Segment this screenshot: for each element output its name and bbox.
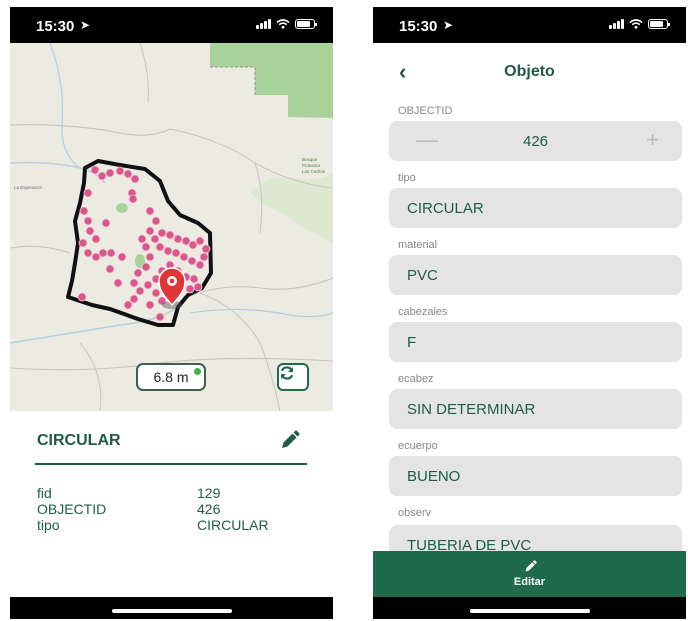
material-field[interactable]: PVC bbox=[389, 255, 682, 295]
phone-right-screen: 15:30 ➤ ‹ Objeto OBJECTID — 426 + tipo C… bbox=[373, 7, 686, 619]
status-time: 15:30 bbox=[36, 18, 75, 35]
object-form: ‹ Objeto OBJECTID — 426 + tipo CIRCULAR … bbox=[373, 43, 686, 597]
attribute-row: fid 129 bbox=[37, 485, 269, 501]
divider bbox=[35, 463, 307, 465]
gps-accuracy-indicator[interactable]: 6.8 m bbox=[136, 363, 206, 391]
refresh-icon bbox=[280, 366, 294, 380]
attribute-row: tipo CIRCULAR bbox=[37, 517, 269, 533]
increment-button[interactable]: + bbox=[646, 129, 659, 151]
field-label-material: material bbox=[398, 239, 438, 251]
battery-icon bbox=[648, 19, 670, 29]
status-time: 15:30 bbox=[399, 18, 438, 35]
form-header: ‹ Objeto bbox=[373, 43, 686, 99]
gps-accuracy-value: 6.8 m bbox=[153, 369, 189, 385]
refresh-button[interactable] bbox=[277, 363, 309, 391]
field-label-tipo: tipo bbox=[398, 172, 416, 184]
location-arrow-icon: ➤ bbox=[443, 18, 454, 32]
status-icons bbox=[256, 19, 317, 29]
attribute-key: OBJECTID bbox=[37, 501, 107, 517]
field-label-ecabez: ecabez bbox=[398, 373, 434, 385]
svg-text:Protector: Protector bbox=[302, 163, 321, 168]
battery-icon bbox=[295, 19, 317, 29]
edit-button-label: Editar bbox=[513, 576, 546, 588]
status-bar: 15:30 ➤ bbox=[373, 7, 686, 43]
field-label-cabezales: cabezales bbox=[398, 306, 448, 318]
signal-icon bbox=[609, 19, 624, 29]
svg-text:La Esperanza: La Esperanza bbox=[14, 185, 42, 190]
edit-button[interactable]: Editar bbox=[373, 551, 686, 597]
status-bar: 15:30 ➤ bbox=[10, 7, 333, 43]
signal-icon bbox=[256, 19, 271, 29]
tipo-field[interactable]: CIRCULAR bbox=[389, 188, 682, 228]
feature-title: CIRCULAR bbox=[37, 432, 121, 449]
home-indicator-area bbox=[373, 597, 686, 619]
attribute-key: fid bbox=[37, 485, 52, 501]
page-title: Objeto bbox=[504, 63, 555, 80]
status-icons bbox=[609, 19, 670, 29]
ecuerpo-field[interactable]: BUENO bbox=[389, 456, 682, 496]
ecabez-field[interactable]: SIN DETERMINAR bbox=[389, 389, 682, 429]
gps-status-dot bbox=[194, 368, 201, 375]
attribute-list: fid 129 OBJECTID 426 tipo CIRCULAR bbox=[37, 485, 269, 533]
field-label-ecuerpo: ecuerpo bbox=[398, 440, 438, 452]
wifi-icon bbox=[276, 19, 290, 29]
home-indicator[interactable] bbox=[111, 609, 232, 613]
feature-info-panel: CIRCULAR fid 129 OBJECTID 426 tipo CIRCU… bbox=[10, 411, 333, 597]
attribute-value: 129 bbox=[197, 485, 221, 501]
svg-text:Los Cedros: Los Cedros bbox=[302, 169, 326, 174]
svg-text:Bosque: Bosque bbox=[302, 157, 318, 162]
objectid-stepper[interactable]: — 426 + bbox=[389, 121, 682, 161]
field-label-observ: observ bbox=[398, 507, 432, 519]
home-indicator[interactable] bbox=[469, 609, 590, 613]
map-canvas: Bosque Protector Los Cedros La Esperanza bbox=[10, 43, 333, 411]
attribute-value: 426 bbox=[197, 501, 221, 517]
attribute-key: tipo bbox=[37, 517, 60, 533]
phone-left-screen: 15:30 ➤ Bosque Protector Los Cedros La E… bbox=[10, 7, 333, 619]
map-view[interactable]: Bosque Protector Los Cedros La Esperanza bbox=[10, 43, 333, 411]
objectid-value: 426 bbox=[522, 133, 549, 150]
pencil-icon bbox=[525, 560, 537, 572]
field-label-objectid: OBJECTID bbox=[398, 105, 453, 117]
attribute-row: OBJECTID 426 bbox=[37, 501, 269, 517]
pencil-icon[interactable] bbox=[278, 430, 300, 452]
cabezales-field[interactable]: F bbox=[389, 322, 682, 362]
wifi-icon bbox=[629, 19, 643, 29]
location-arrow-icon: ➤ bbox=[80, 18, 91, 32]
home-indicator-area bbox=[10, 597, 333, 619]
attribute-value: CIRCULAR bbox=[197, 517, 269, 533]
